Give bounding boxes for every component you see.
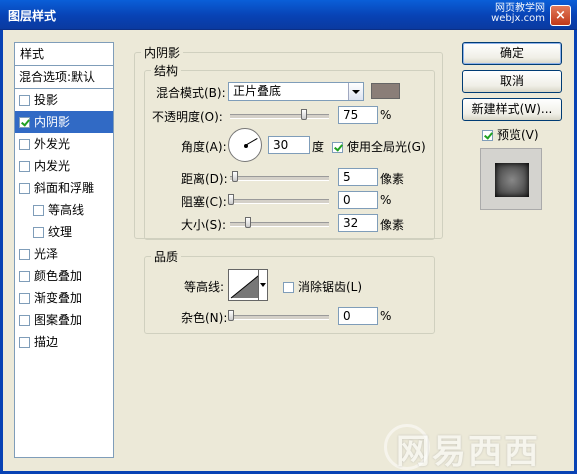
choke-slider-thumb[interactable]	[228, 194, 234, 205]
sidebar-item-label: 内发光	[34, 159, 71, 173]
sidebar-item[interactable]: 光泽	[15, 243, 113, 265]
sidebar-item[interactable]: 内阴影	[15, 111, 113, 133]
sidebar-item-label: 内阴影	[34, 115, 71, 129]
sidebar-item-label: 图案叠加	[34, 313, 83, 327]
sidebar-item[interactable]: 纹理	[15, 221, 113, 243]
sidebar-item[interactable]: 斜面和浮雕	[15, 177, 113, 199]
blend-options-item[interactable]: 混合选项:默认	[15, 66, 113, 89]
style-check-icon[interactable]	[33, 227, 44, 238]
noise-slider-track[interactable]	[230, 315, 329, 320]
size-input[interactable]: 32	[338, 214, 378, 232]
cancel-button[interactable]: 取消	[462, 70, 562, 93]
window-title: 图层样式	[8, 9, 57, 23]
style-list-header[interactable]: 样式	[15, 43, 113, 66]
preview-check-icon[interactable]	[482, 130, 493, 141]
angle-label: 角度(A):	[181, 140, 227, 154]
close-button[interactable]: ×	[550, 5, 571, 26]
antialias-check-icon[interactable]	[283, 282, 294, 293]
angle-center-icon	[244, 144, 248, 148]
angle-unit: 度	[312, 140, 325, 154]
sidebar-item-label: 描边	[34, 335, 59, 349]
distance-input[interactable]: 5	[338, 168, 378, 186]
sidebar-item[interactable]: 内发光	[15, 155, 113, 177]
watermark-text: 网易西西	[396, 432, 540, 472]
sidebar-item[interactable]: 等高线	[15, 199, 113, 221]
ok-button[interactable]: 确定	[462, 42, 562, 65]
sidebar-item-label: 渐变叠加	[34, 291, 83, 305]
style-check-icon[interactable]	[19, 117, 30, 128]
title-bar: 图层样式 网页教学网 webjx.com ×	[0, 0, 577, 30]
sidebar-item-label: 光泽	[34, 247, 59, 261]
size-unit: 像素	[380, 218, 405, 232]
opacity-input[interactable]: 75	[338, 106, 378, 124]
choke-input[interactable]: 0	[338, 191, 378, 209]
sidebar-item-label: 颜色叠加	[34, 269, 83, 283]
opacity-slider-track[interactable]	[230, 114, 329, 119]
preview-swatch	[495, 163, 529, 197]
distance-slider-track[interactable]	[230, 176, 329, 181]
blend-mode-label: 混合模式(B):	[156, 86, 226, 100]
blend-mode-value: 正片叠底	[233, 84, 282, 98]
preview-label: 预览(V)	[497, 128, 539, 142]
antialias-checkbox[interactable]: 消除锯齿(L)	[283, 278, 362, 295]
style-list: 样式 混合选项:默认 投影内阴影外发光内发光斜面和浮雕等高线纹理光泽颜色叠加渐变…	[14, 42, 114, 458]
opacity-unit: %	[380, 108, 392, 122]
structure-title: 结构	[154, 64, 179, 78]
sidebar-item[interactable]: 投影	[15, 89, 113, 111]
choke-unit: %	[380, 193, 392, 207]
style-check-icon[interactable]	[19, 249, 30, 260]
choke-slider-track[interactable]	[230, 199, 329, 204]
sidebar-item-label: 等高线	[48, 203, 85, 217]
sidebar-item[interactable]: 描边	[15, 331, 113, 353]
quality-title: 品质	[154, 250, 179, 264]
sidebar-item-label: 斜面和浮雕	[34, 181, 95, 195]
blend-mode-select[interactable]: 正片叠底	[228, 82, 364, 101]
noise-unit: %	[380, 309, 392, 323]
style-check-icon[interactable]	[19, 271, 30, 282]
style-check-icon[interactable]	[19, 315, 30, 326]
size-label: 大小(S):	[181, 218, 227, 232]
style-check-icon[interactable]	[33, 205, 44, 216]
style-check-icon[interactable]	[19, 139, 30, 150]
global-light-checkbox[interactable]: 使用全局光(G)	[332, 138, 426, 155]
choke-label: 阻塞(C):	[181, 195, 227, 209]
sidebar-item[interactable]: 颜色叠加	[15, 265, 113, 287]
sidebar-item[interactable]: 渐变叠加	[15, 287, 113, 309]
contour-dropdown[interactable]	[258, 269, 268, 301]
distance-slider-thumb[interactable]	[232, 171, 238, 182]
distance-label: 距离(D):	[181, 172, 228, 186]
inner-shadow-title: 内阴影	[144, 46, 181, 60]
noise-input[interactable]: 0	[338, 307, 378, 325]
contour-label: 等高线:	[184, 280, 225, 294]
style-check-icon[interactable]	[19, 293, 30, 304]
distance-unit: 像素	[380, 172, 405, 186]
style-items: 投影内阴影外发光内发光斜面和浮雕等高线纹理光泽颜色叠加渐变叠加图案叠加描边	[15, 89, 113, 353]
chevron-down-icon[interactable]	[348, 83, 363, 100]
global-light-check-icon[interactable]	[332, 142, 343, 153]
new-style-button[interactable]: 新建样式(W)...	[462, 98, 562, 121]
style-preview	[480, 148, 542, 210]
sidebar-item-label: 投影	[34, 93, 59, 107]
sidebar-item-label: 外发光	[34, 137, 71, 151]
sidebar-item-label: 纹理	[48, 225, 73, 239]
angle-dial[interactable]	[228, 128, 262, 162]
watermark-top: 网页教学网 webjx.com	[491, 3, 545, 24]
sidebar-item[interactable]: 图案叠加	[15, 309, 113, 331]
antialias-label: 消除锯齿(L)	[298, 280, 363, 294]
shadow-color-swatch[interactable]	[371, 83, 400, 99]
style-check-icon[interactable]	[19, 95, 30, 106]
noise-slider-thumb[interactable]	[228, 310, 234, 321]
chevron-down-icon	[260, 283, 266, 287]
noise-label: 杂色(N):	[181, 311, 228, 325]
angle-input[interactable]: 30	[268, 136, 310, 154]
style-check-icon[interactable]	[19, 337, 30, 348]
global-light-label: 使用全局光(G)	[347, 140, 426, 154]
preview-checkbox[interactable]: 预览(V)	[482, 126, 539, 143]
style-check-icon[interactable]	[19, 161, 30, 172]
opacity-label: 不透明度(O):	[152, 110, 223, 124]
sidebar-item[interactable]: 外发光	[15, 133, 113, 155]
style-check-icon[interactable]	[19, 183, 30, 194]
size-slider-thumb[interactable]	[245, 217, 251, 228]
opacity-slider-thumb[interactable]	[301, 109, 308, 120]
